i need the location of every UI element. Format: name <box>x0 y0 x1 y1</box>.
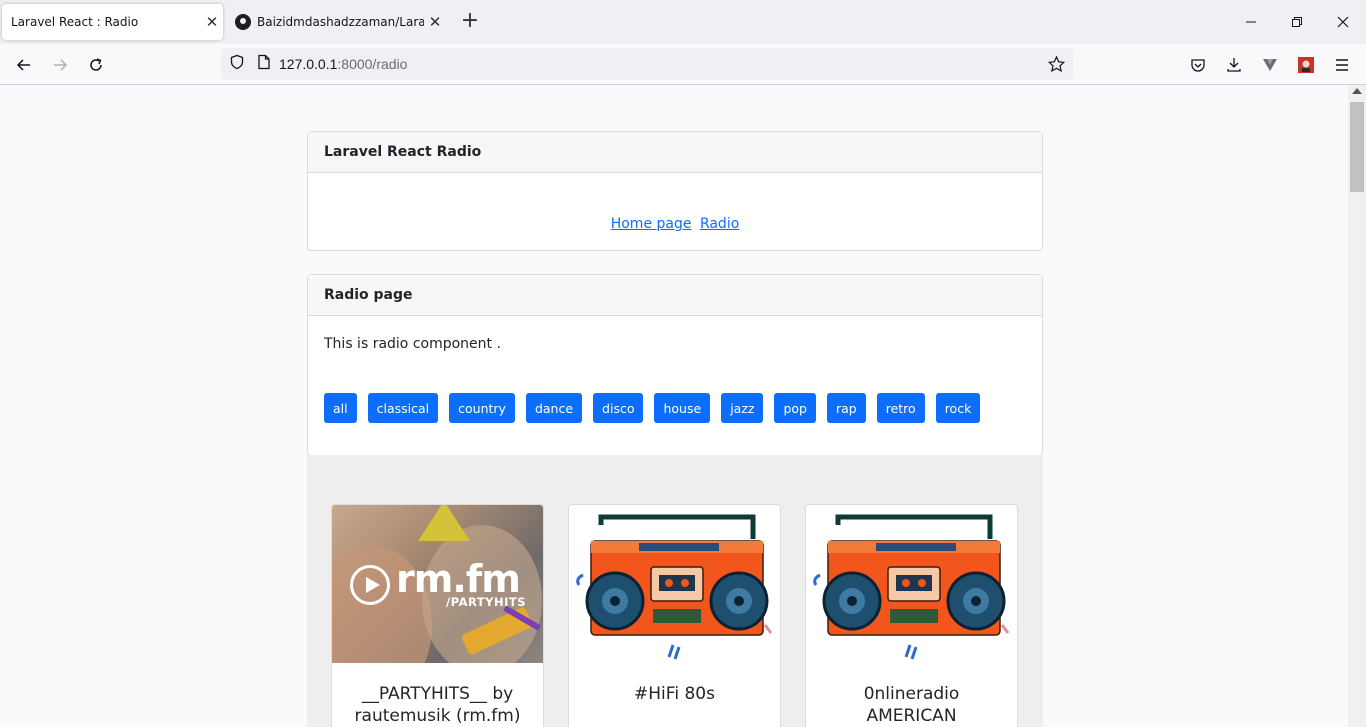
shield-icon[interactable] <box>229 54 245 74</box>
github-icon <box>235 14 251 30</box>
station-name: __PARTYHITS__ by rautemusik (rm.fm) <box>354 684 521 726</box>
genre-rock-button[interactable]: rock <box>935 393 981 423</box>
station-card[interactable]: rm.fm /PARTYHITS __PARTYHITS__ by rautem… <box>331 504 544 727</box>
genre-house-button[interactable]: house <box>654 393 711 423</box>
restore-icon[interactable] <box>1274 0 1320 44</box>
home-page-link[interactable]: Home page <box>611 216 692 232</box>
scroll-thumb[interactable] <box>1350 102 1364 192</box>
page-icon[interactable] <box>257 54 271 74</box>
bookmark-star-icon[interactable] <box>1047 55 1066 76</box>
nav-card: Laravel React Radio Home page Radio <box>307 131 1043 251</box>
extension-v-icon[interactable] <box>1255 50 1285 80</box>
genre-rap-button[interactable]: rap <box>826 393 866 423</box>
extension-avatar-icon[interactable] <box>1291 50 1321 80</box>
genre-retro-button[interactable]: retro <box>876 393 925 423</box>
genre-filter: all classical country dance disco house … <box>324 393 991 423</box>
page-content: Laravel React Radio Home page Radio Radi… <box>0 85 1348 727</box>
back-icon[interactable] <box>9 50 39 80</box>
intro-text: This is radio component . <box>324 336 501 352</box>
station-name: 0nlineradio AMERICAN <box>863 684 960 726</box>
station-image: rm.fm /PARTYHITS <box>332 505 543 663</box>
station-name: #HiFi 80s <box>634 684 715 704</box>
navigation-toolbar: 127.0.0.1:8000/radio <box>0 44 1366 85</box>
menu-icon[interactable] <box>1327 50 1357 80</box>
new-tab-icon[interactable]: + <box>458 10 482 34</box>
tab-title: Laravel React : Radio <box>11 15 139 29</box>
station-card[interactable]: #HiFi 80s <box>568 504 781 727</box>
tab-strip: Laravel React : Radio ✕ Baizidmdashadzza… <box>0 0 1366 44</box>
station-list: rm.fm /PARTYHITS __PARTYHITS__ by rautem… <box>307 455 1043 727</box>
nav-links: Home page Radio <box>308 173 1042 232</box>
url-text: 127.0.0.1:8000/radio <box>279 56 408 72</box>
genre-all-button[interactable]: all <box>324 393 357 423</box>
close-icon[interactable]: ✕ <box>424 13 446 31</box>
genre-jazz-button[interactable]: jazz <box>721 393 764 423</box>
forward-icon[interactable] <box>45 50 75 80</box>
pocket-icon[interactable] <box>1183 50 1213 80</box>
tab-radio[interactable]: Laravel React : Radio ✕ <box>2 4 223 40</box>
close-icon[interactable]: ✕ <box>201 13 223 31</box>
url-bar[interactable]: 127.0.0.1:8000/radio <box>221 48 1073 80</box>
card-header: Laravel React Radio <box>308 132 1042 173</box>
close-window-icon[interactable] <box>1320 0 1366 44</box>
genre-classical-button[interactable]: classical <box>367 393 439 423</box>
reload-icon[interactable] <box>81 50 111 80</box>
play-icon <box>350 565 390 605</box>
station-card[interactable]: 0nlineradio AMERICAN <box>805 504 1018 727</box>
genre-country-button[interactable]: country <box>449 393 515 423</box>
boombox-illustration <box>813 514 1010 660</box>
card-header: Radio page <box>308 275 1042 316</box>
station-image <box>806 505 1017 663</box>
minimize-icon[interactable] <box>1228 0 1274 44</box>
download-icon[interactable] <box>1219 50 1249 80</box>
scroll-up-arrow-icon[interactable] <box>1352 88 1362 94</box>
genre-disco-button[interactable]: disco <box>593 393 644 423</box>
radio-link[interactable]: Radio <box>700 216 739 232</box>
station-image <box>569 505 780 663</box>
tab-title: Baizidmdashadzzaman/Laravel- <box>257 15 424 29</box>
boombox-illustration <box>576 514 773 660</box>
genre-pop-button[interactable]: pop <box>774 393 816 423</box>
radio-card: Radio page This is radio component . all… <box>307 274 1043 456</box>
tab-github[interactable]: Baizidmdashadzzaman/Laravel- ✕ <box>226 4 446 40</box>
vertical-scrollbar[interactable] <box>1348 85 1366 727</box>
genre-dance-button[interactable]: dance <box>525 393 583 423</box>
